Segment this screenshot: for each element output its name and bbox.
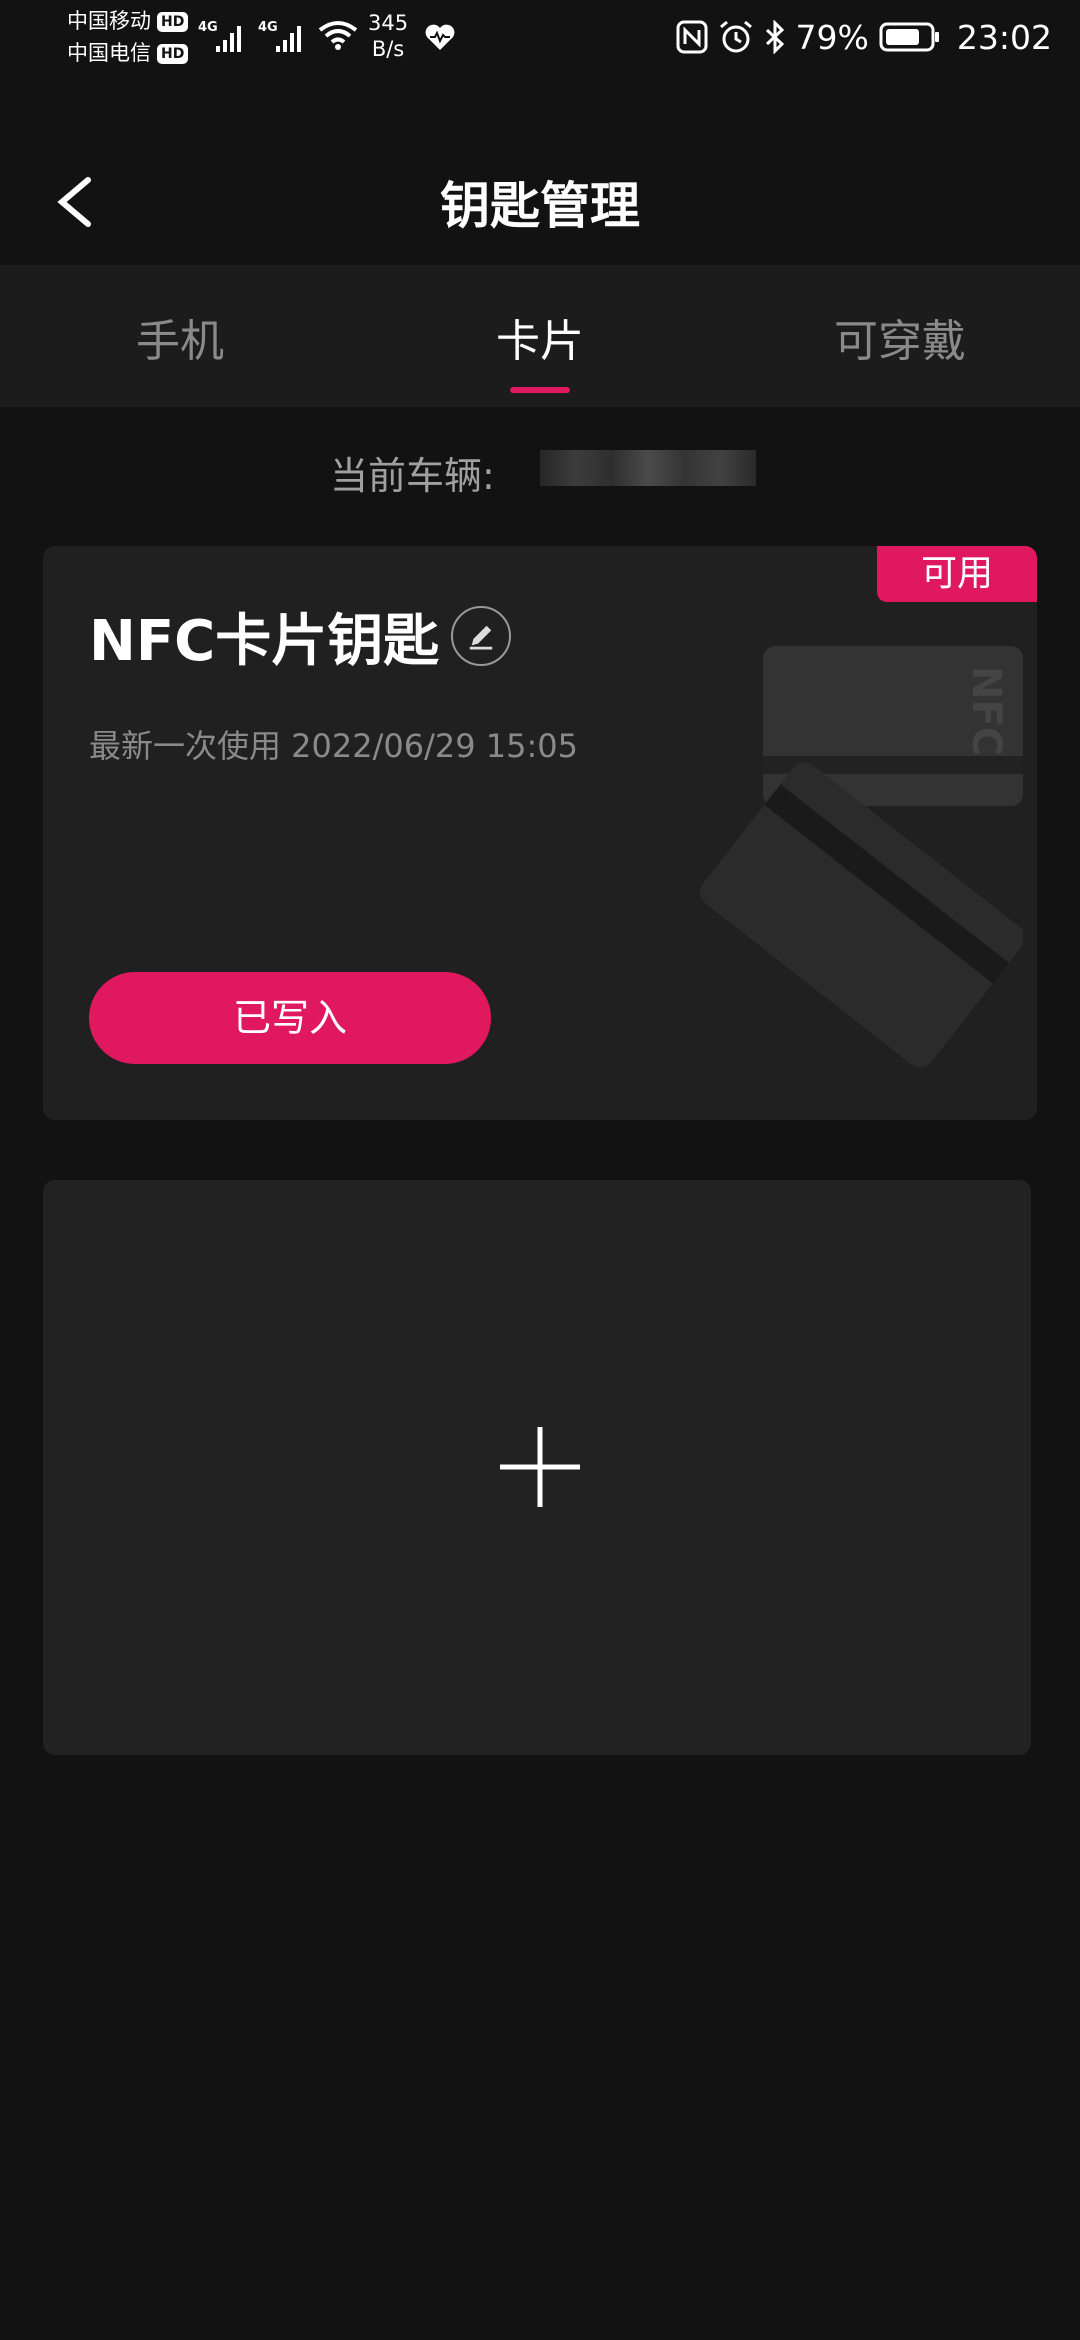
- wifi-icon: [318, 21, 358, 50]
- carrier-2-name: 中国电信: [67, 41, 151, 65]
- alarm-icon: [719, 20, 752, 53]
- vehicle-name-redacted: [540, 450, 756, 486]
- tab-wearable[interactable]: 可穿戴: [750, 305, 1050, 369]
- edit-icon[interactable]: [451, 606, 511, 666]
- tab-phone[interactable]: 手机: [30, 305, 330, 369]
- nfc-icon: [676, 20, 708, 54]
- add-card-button[interactable]: [43, 1180, 1031, 1755]
- clock: 23:02: [956, 17, 1052, 57]
- hd-badge: HD: [157, 44, 189, 64]
- status-right: 79% 23:02: [676, 12, 1052, 62]
- net-speed: 345 B/s: [368, 10, 408, 62]
- carrier-1: 中国移动 HD: [67, 8, 189, 34]
- health-heart-icon: [425, 24, 455, 50]
- nfc-illustration-text: NFC: [963, 666, 1009, 756]
- battery-percent: 79%: [795, 17, 869, 57]
- status-badge: 可用: [877, 546, 1037, 602]
- net-speed-unit: B/s: [371, 37, 405, 61]
- net-speed-value: 345: [368, 11, 409, 35]
- signal-icon: 4G: [258, 18, 310, 58]
- network-type-1: 4G: [198, 20, 218, 35]
- nfc-card-illustration: NFC: [699, 646, 1023, 1068]
- page-title: 钥匙管理: [440, 177, 640, 235]
- plus-icon: [500, 1427, 580, 1507]
- nfc-key-card[interactable]: 可用 NFC卡片钥匙 最新一次使用 2022/06/29 15:05 已写入 N…: [43, 546, 1037, 1120]
- bluetooth-icon: [765, 20, 784, 54]
- tab-bar: 手机 卡片 可穿戴: [0, 265, 1080, 407]
- carrier-1-name: 中国移动: [67, 9, 151, 33]
- tab-card[interactable]: 卡片: [390, 305, 690, 369]
- signal-icon: 4G: [198, 18, 250, 58]
- tab-indicator: [510, 387, 570, 393]
- network-type-2: 4G: [258, 20, 278, 35]
- carrier-2: 中国电信 HD: [67, 40, 189, 66]
- last-use-text: 最新一次使用 2022/06/29 15:05: [89, 727, 579, 765]
- key-name: NFC卡片钥匙: [89, 609, 440, 674]
- status-bar: 中国移动 HD 中国电信 HD 4G 4G 345 B/s 79% 23:02: [0, 0, 1080, 75]
- hd-badge: HD: [157, 12, 189, 32]
- battery-icon: [879, 22, 939, 52]
- app-header: 钥匙管理: [0, 150, 1080, 250]
- current-vehicle-label: 当前车辆:: [330, 454, 495, 498]
- written-button[interactable]: 已写入: [89, 972, 491, 1064]
